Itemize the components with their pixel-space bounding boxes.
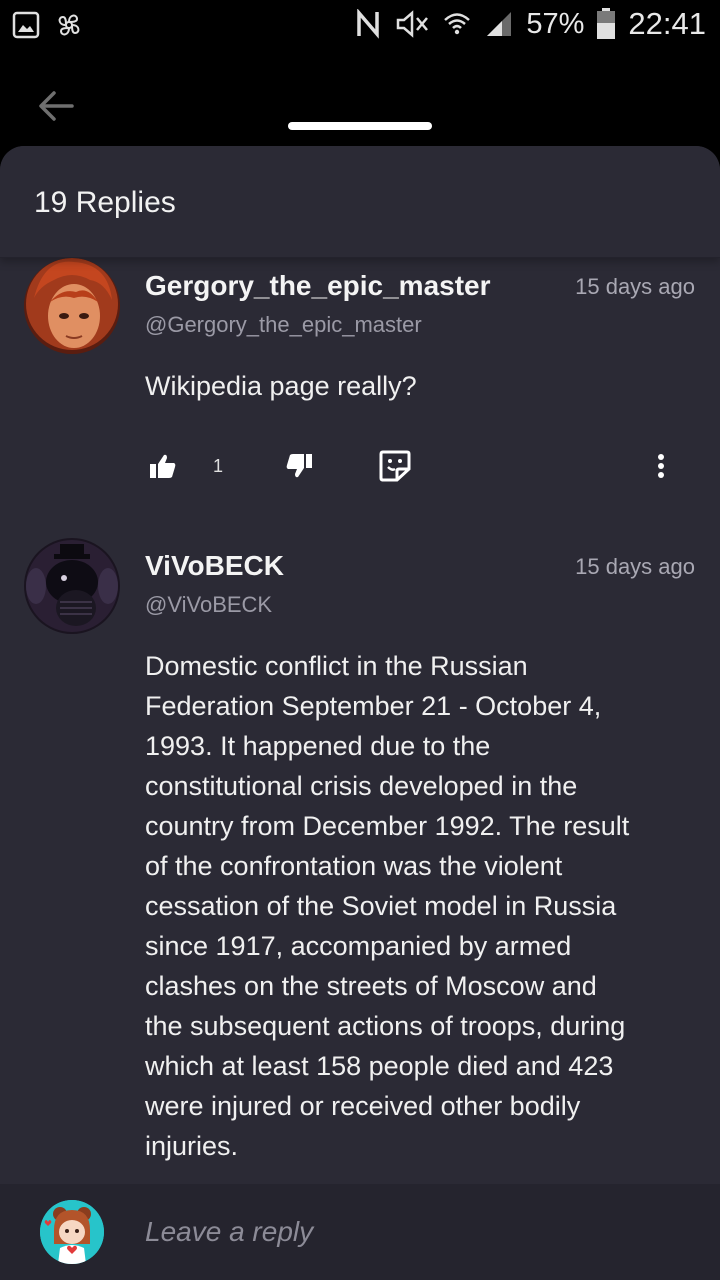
comment-text: Wikipedia page really? xyxy=(145,371,417,401)
battery-icon xyxy=(597,8,616,39)
pinwheel-notification-icon xyxy=(58,14,80,36)
comment-timestamp: 15 days ago xyxy=(575,274,695,299)
signal-icon xyxy=(487,12,512,36)
like-button[interactable] xyxy=(149,446,177,486)
thumbs-down-icon xyxy=(286,454,312,478)
comment-item: Gergory_the_epic_master @Gergory_the_epi… xyxy=(0,258,720,528)
mute-icon xyxy=(397,10,429,38)
reply-input[interactable] xyxy=(145,1212,685,1252)
avatar[interactable] xyxy=(24,258,120,354)
comment-actions: 1 xyxy=(145,446,700,486)
sheet-drag-handle[interactable] xyxy=(288,122,432,130)
replies-count-title: 19 Replies xyxy=(34,186,176,219)
comment-text-line: Domestic conflict in the Russian xyxy=(145,651,528,681)
top-bar xyxy=(0,56,720,146)
battery-percent: 57% xyxy=(526,7,585,40)
like-count: 1 xyxy=(213,455,224,476)
current-user-avatar[interactable] xyxy=(40,1200,104,1264)
comment-text-line: which at least 158 people died and 423 xyxy=(145,1051,614,1081)
avatar[interactable] xyxy=(24,538,120,634)
status-bar-left xyxy=(12,10,84,40)
back-arrow-icon[interactable] xyxy=(36,86,76,126)
comment-text-line: constitutional crisis developed in the xyxy=(145,771,578,801)
sheet-header: 19 Replies xyxy=(0,146,720,258)
comment-text-line: injuries. xyxy=(145,1131,239,1161)
status-bar-right: 57% 22:41 xyxy=(356,6,706,42)
comment-text-line: country from December 1992. The result xyxy=(145,811,630,841)
more-vertical-icon xyxy=(658,454,664,478)
status-bar: 57% 22:41 xyxy=(0,0,720,56)
comment-handle[interactable]: @Gergory_the_epic_master xyxy=(145,312,422,338)
comment-item: ViVoBECK @ViVoBECK 15 days ago Domestic … xyxy=(0,538,720,1178)
comment-text-line: since 1917, accompanied by armed xyxy=(145,931,572,961)
comment-text-line: of the confrontation was the violent xyxy=(145,851,563,881)
gallery-notification-icon xyxy=(12,11,40,39)
clock: 22:41 xyxy=(628,6,706,41)
comment-text-line: clashes on the streets of Moscow and xyxy=(145,971,597,1001)
comment-text-line: Federation September 21 - October 4, xyxy=(145,691,602,721)
comment-text-line: cessation of the Soviet model in Russia xyxy=(145,891,617,921)
comment-username[interactable]: ViVoBECK xyxy=(145,550,284,582)
comment-timestamp: 15 days ago xyxy=(575,554,695,579)
comment-handle[interactable]: @ViVoBECK xyxy=(145,592,272,618)
comment-text-line: were injured or received other bodily xyxy=(145,1091,581,1121)
nfc-icon xyxy=(357,9,380,39)
dislike-button[interactable] xyxy=(285,446,313,486)
replies-sheet: Gergory_the_epic_master @Gergory_the_epi… xyxy=(0,146,720,1280)
wifi-icon xyxy=(444,13,471,35)
like-count-wrap: 1 xyxy=(213,446,223,486)
more-options-button[interactable] xyxy=(655,446,667,486)
comment-username[interactable]: Gergory_the_epic_master xyxy=(145,270,491,302)
sticker-reply-button[interactable] xyxy=(379,446,411,486)
reply-bar xyxy=(0,1184,720,1280)
comment-text-line: 1993. It happened due to the xyxy=(145,731,491,761)
comment-text: Domestic conflict in the Russian Federat… xyxy=(145,646,700,1166)
sticker-icon xyxy=(379,450,411,482)
comment-text-line: the subsequent actions of troops, during xyxy=(145,1011,626,1041)
thumbs-up-icon xyxy=(150,454,176,478)
